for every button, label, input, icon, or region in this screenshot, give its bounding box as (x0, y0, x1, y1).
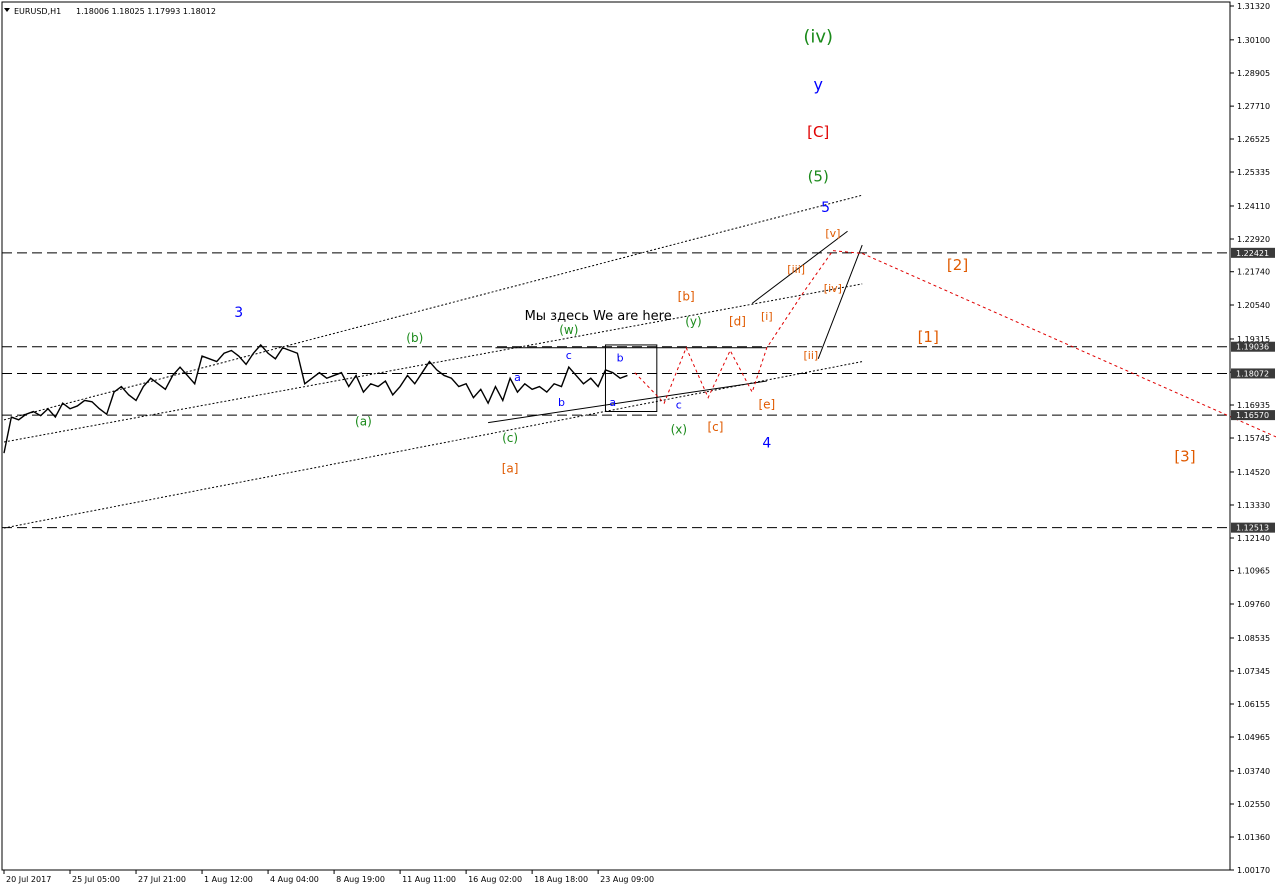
chart-background (0, 0, 1276, 889)
x-tick-label: 1 Aug 12:00 (204, 875, 253, 884)
y-tick-label: 1.30100 (1237, 36, 1270, 45)
y-tick-label: 1.00170 (1237, 866, 1270, 875)
x-tick-label: 20 Jul 2017 (6, 875, 51, 884)
price-level-tag: 1.12513 (1231, 522, 1275, 533)
y-tick-label: 1.25335 (1237, 168, 1270, 177)
wave-label: b (617, 352, 624, 365)
y-tick-label: 1.02550 (1237, 800, 1270, 809)
wave-label: c (676, 399, 682, 412)
x-tick-label: 11 Aug 11:00 (402, 875, 456, 884)
y-tick-label: 1.26525 (1237, 135, 1270, 144)
wave-label: a (514, 371, 521, 384)
wave-label: [1] (918, 328, 939, 346)
price-level-tag: 1.22421 (1231, 247, 1275, 258)
wave-label: [c] (708, 420, 724, 434)
price-tag-label: 1.16570 (1236, 411, 1269, 420)
wave-label: (w) (559, 323, 578, 337)
y-tick-label: 1.09760 (1237, 600, 1270, 609)
wave-label: (x) (671, 423, 687, 437)
x-tick-label: 8 Aug 19:00 (336, 875, 385, 884)
y-tick-label: 1.03740 (1237, 767, 1270, 776)
chart-root: EURUSD,H1 1.18006 1.18025 1.17993 1.1801… (0, 0, 1276, 889)
price-level-tag: 1.16570 (1231, 410, 1275, 421)
wave-label: [a] (502, 462, 519, 476)
wave-label: [iv] (824, 282, 842, 295)
x-tick-label: 25 Jul 05:00 (72, 875, 120, 884)
wave-label: 4 (762, 436, 771, 452)
x-tick-label: 23 Aug 09:00 (600, 875, 654, 884)
y-tick-label: 1.21740 (1237, 268, 1270, 277)
price-tag-label: 1.12513 (1236, 524, 1269, 533)
wave-label: [2] (947, 256, 968, 274)
y-tick-label: 1.01360 (1237, 833, 1270, 842)
price-level-tag: 1.19036 (1231, 341, 1275, 352)
wave-label: (y) (685, 315, 701, 329)
wave-label: [iii] (787, 263, 805, 276)
y-tick-label: 1.31320 (1237, 2, 1270, 11)
wave-label: (c) (502, 431, 518, 445)
y-tick-label: 1.27710 (1237, 102, 1270, 111)
y-tick-label: 1.08535 (1237, 634, 1270, 643)
price-level-tag: 1.18072 (1231, 368, 1275, 379)
wave-label: (a) (355, 414, 372, 428)
wave-label: b (558, 396, 565, 409)
price-tag-label: 1.19036 (1236, 343, 1269, 352)
wave-label: [d] (729, 315, 746, 329)
y-tick-label: 1.07345 (1237, 667, 1270, 676)
symbol-label: EURUSD,H1 (14, 7, 61, 16)
wave-label: [b] (678, 290, 695, 304)
price-tag-label: 1.18072 (1236, 369, 1269, 378)
wave-label: (iv) (803, 27, 833, 48)
x-tick-label: 27 Jul 21:00 (138, 875, 186, 884)
x-tick-label: 4 Aug 04:00 (270, 875, 319, 884)
wave-label: [ii] (804, 349, 819, 362)
ohlc-values: 1.18006 1.18025 1.17993 1.18012 (76, 7, 216, 16)
y-tick-label: 1.24110 (1237, 202, 1270, 211)
y-tick-label: 1.06155 (1237, 700, 1270, 709)
wave-label: [C] (807, 123, 829, 141)
price-chart[interactable]: EURUSD,H1 1.18006 1.18025 1.17993 1.1801… (0, 0, 1276, 889)
wave-label: [i] (761, 310, 773, 323)
wave-label: [3] (1174, 447, 1195, 465)
wave-label: (5) (808, 167, 829, 185)
y-tick-label: 1.28905 (1237, 69, 1270, 78)
wave-label: [e] (758, 398, 775, 412)
wave-label: 3 (234, 305, 243, 321)
y-tick-label: 1.12140 (1237, 534, 1270, 543)
wave-label: [v] (825, 227, 840, 240)
y-tick-label: 1.13330 (1237, 501, 1270, 510)
y-tick-label: 1.10965 (1237, 567, 1270, 576)
y-tick-label: 1.15745 (1237, 434, 1270, 443)
wave-label: y (813, 75, 822, 94)
y-tick-label: 1.14520 (1237, 468, 1270, 477)
wave-label: 5 (821, 200, 830, 216)
wave-label: c (566, 349, 572, 362)
wave-label: Мы здесь We are here (525, 309, 672, 324)
y-tick-label: 1.20540 (1237, 301, 1270, 310)
wave-label: a (609, 396, 616, 409)
y-tick-label: 1.16935 (1237, 401, 1270, 410)
x-tick-label: 16 Aug 02:00 (468, 875, 522, 884)
chart-header: EURUSD,H1 1.18006 1.18025 1.17993 1.1801… (4, 7, 216, 16)
wave-label: (b) (406, 331, 423, 345)
y-tick-label: 1.04965 (1237, 733, 1270, 742)
y-tick-label: 1.22920 (1237, 235, 1270, 244)
price-tag-label: 1.22421 (1236, 249, 1269, 258)
x-tick-label: 18 Aug 18:00 (534, 875, 588, 884)
